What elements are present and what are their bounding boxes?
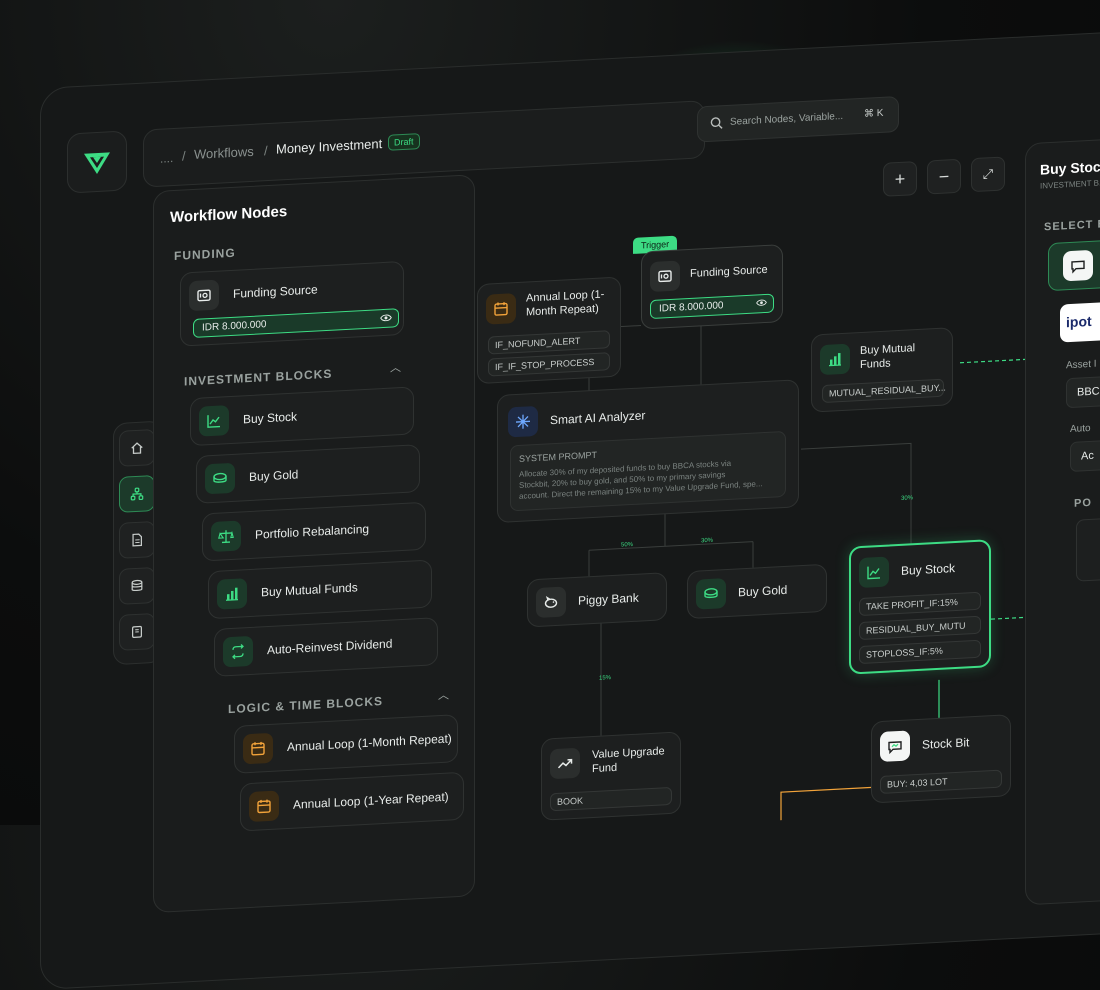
condition-pill[interactable]: IF_NOFUND_ALERT — [488, 330, 610, 355]
ipot-logo-text: ipot — [1066, 312, 1092, 331]
broker-option-ipot[interactable]: ipot — [1060, 301, 1100, 343]
broker-option-stockbit[interactable] — [1048, 239, 1100, 292]
stock-chart-icon — [859, 556, 889, 589]
condition-pill[interactable]: MUTUAL_RESIDUAL_BUY... — [822, 378, 946, 404]
system-prompt-label: SYSTEM PROMPT — [519, 449, 598, 464]
value-upgrade-fund-node[interactable]: Value Upgrade Fund BOOK — [541, 731, 681, 821]
asset-label: Asset I — [1066, 358, 1097, 372]
piggy-bank-icon — [536, 586, 566, 619]
funding-amount-value: IDR 8.000.000 — [659, 300, 724, 315]
funding-source-canvas-node[interactable]: Funding Source IDR 8.000.000 — [641, 244, 783, 330]
piggy-bank-node[interactable]: Piggy Bank — [527, 572, 667, 628]
properties-title: Buy Stock — [1040, 158, 1100, 178]
buy-gold-title: Buy Gold — [738, 582, 788, 600]
asset-input[interactable]: BBC — [1066, 374, 1100, 409]
annual-loop-node[interactable]: Annual Loop (1- Month Repeat) IF_NOFUND_… — [477, 276, 621, 385]
buy-mutual-funds-title: Funds — [860, 357, 891, 372]
condition-pill[interactable]: TAKE PROFIT_IF:15% — [859, 591, 981, 617]
condition-pill[interactable]: IF_IF_STOP_PROCESS — [488, 352, 610, 377]
smart-ai-analyzer-node[interactable]: Smart AI Analyzer SYSTEM PROMPT Allocate… — [497, 379, 799, 524]
calendar-icon — [486, 293, 516, 325]
stock-bit-title: Stock Bit — [922, 735, 970, 752]
stock-bit-node[interactable]: Stock Bit BUY: 4,03 LOT — [871, 714, 1011, 804]
asset-value: BBC — [1077, 385, 1100, 399]
condition-pill[interactable]: RESIDUAL_BUY_MUTU — [859, 615, 981, 641]
auto-value: Ac — [1081, 449, 1094, 463]
auto-label: Auto — [1070, 422, 1091, 436]
properties-panel: Buy Stock INVESTMENT B... SELECT B ipot … — [1025, 132, 1100, 906]
sparkle-icon — [508, 405, 538, 438]
portfolio-card[interactable] — [1076, 516, 1100, 582]
gold-coin-icon — [696, 578, 726, 610]
condition-pill[interactable]: BOOK — [550, 786, 672, 812]
edge-label: 30% — [701, 537, 714, 545]
funding-source-title: Funding Source — [690, 263, 768, 280]
portfolio-label: PO — [1074, 496, 1092, 510]
buy-gold-node[interactable]: Buy Gold — [687, 563, 827, 620]
value-upgrade-title: Fund — [592, 761, 618, 776]
edge-label: 50% — [621, 541, 634, 549]
edge-label: 15% — [599, 675, 612, 682]
stockbit-logo-icon — [880, 730, 910, 762]
funding-amount-field[interactable]: IDR 8.000.000 — [650, 293, 774, 320]
stockbit-logo-icon — [1063, 249, 1093, 282]
edge-label: 30% — [901, 495, 914, 502]
condition-pill[interactable]: BUY: 4,03 LOT — [880, 769, 1002, 794]
buy-stock-node-selected[interactable]: Buy Stock TAKE PROFIT_IF:15% RESIDUAL_BU… — [849, 539, 991, 675]
eye-icon[interactable] — [756, 298, 767, 308]
condition-pill[interactable]: STOPLOSS_IF:5% — [859, 639, 981, 665]
auto-select[interactable]: Ac — [1070, 438, 1100, 473]
buy-mutual-funds-title: Buy Mutual — [860, 342, 916, 358]
buy-stock-title: Buy Stock — [901, 561, 956, 578]
piggy-bank-title: Piggy Bank — [578, 590, 639, 608]
select-broker-label: SELECT B — [1044, 218, 1100, 234]
bar-chart-icon — [820, 343, 850, 376]
properties-subtitle: INVESTMENT B... — [1040, 178, 1100, 191]
app-window: .... / Workflows / Money Investment Draf… — [40, 26, 1100, 990]
system-prompt-box[interactable]: SYSTEM PROMPT Allocate 30% of my deposit… — [510, 430, 786, 512]
safe-icon — [650, 260, 680, 293]
annual-loop-title: Month Repeat) — [526, 302, 599, 319]
trending-up-icon — [550, 747, 580, 780]
value-upgrade-title: Value Upgrade — [592, 745, 665, 762]
buy-mutual-funds-node[interactable]: Buy Mutual Funds MUTUAL_RESIDUAL_BUY... — [811, 327, 953, 413]
smart-ai-title: Smart AI Analyzer — [550, 408, 646, 428]
